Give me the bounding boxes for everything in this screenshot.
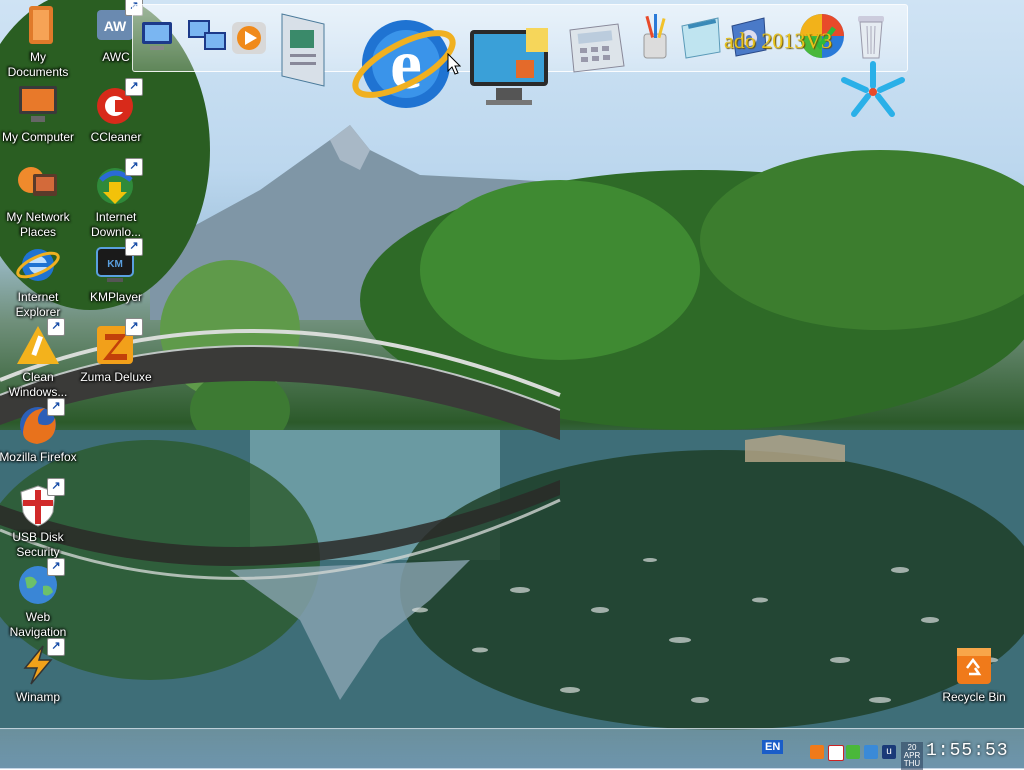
- ccleaner-icon: ↗: [93, 78, 143, 128]
- mouse-cursor-icon: [447, 52, 462, 80]
- desktop-icon-kmplayer[interactable]: KM ↗ KMPlayer: [76, 238, 156, 305]
- dock-monitor-icon[interactable]: [466, 26, 554, 117]
- desktop-icon-internet-download-manager[interactable]: ↗ Internet Downlo...: [76, 158, 156, 240]
- taskbar: EN u 20 APR THU 1:55:53: [0, 728, 1024, 770]
- desktop-icon-ccleaner[interactable]: ↗ CCleaner: [76, 78, 156, 145]
- shortcut-arrow-icon: ↗: [47, 478, 65, 496]
- winamp-icon: ↗: [15, 638, 65, 688]
- theme-watermark: ado 2013V3: [724, 28, 833, 53]
- tray-winamp-icon[interactable]: [810, 745, 824, 759]
- tray-network-icon[interactable]: [846, 745, 860, 759]
- tray-shield-icon[interactable]: [828, 745, 844, 761]
- desktop-icon-recycle-bin[interactable]: Recycle Bin: [934, 642, 1014, 705]
- dock-calculator-icon[interactable]: [566, 20, 626, 81]
- svg-text:KM: KM: [107, 259, 123, 270]
- desktop-icon-web-navigation[interactable]: ↗ Web Navigation: [0, 558, 78, 640]
- folder-icon: [15, 2, 61, 48]
- internet-explorer-icon: [15, 242, 61, 288]
- desktop-icon-my-documents[interactable]: My Documents: [0, 2, 78, 80]
- desktop-icon-my-network-places[interactable]: My Network Places: [0, 162, 78, 240]
- dock-document-icon[interactable]: [278, 10, 334, 95]
- shortcut-arrow-icon: ↗: [125, 78, 143, 96]
- dock-internet-explorer-icon[interactable]: e: [348, 10, 460, 123]
- desktop-icon-clean-windows[interactable]: ↗ Clean Windows...: [0, 318, 78, 400]
- kmplayer-icon: KM ↗: [93, 238, 143, 288]
- cleaner-icon: ↗: [15, 318, 65, 368]
- zuma-icon: ↗: [93, 318, 143, 368]
- download-manager-icon: ↗: [93, 158, 143, 208]
- clock-date[interactable]: 20 APR THU: [901, 742, 923, 770]
- desktop-icon-usb-disk-security[interactable]: ↗ USB Disk Security: [0, 478, 78, 560]
- shortcut-arrow-icon: ↗: [47, 638, 65, 656]
- shortcut-arrow-icon: ↗: [125, 318, 143, 336]
- desktop-icon-my-computer[interactable]: My Computer: [0, 82, 78, 145]
- dock-pencil-cup-icon[interactable]: [636, 14, 674, 65]
- shortcut-arrow-icon: ↗: [47, 398, 65, 416]
- svg-text:AW: AW: [104, 18, 127, 34]
- computer-icon: [15, 82, 61, 128]
- dock-network-icon[interactable]: [186, 16, 230, 61]
- shield-icon: ↗: [15, 478, 65, 528]
- recycle-bin-icon: [951, 642, 997, 688]
- dock-media-player-icon[interactable]: [230, 20, 268, 61]
- star-logo-icon: [836, 56, 910, 125]
- desktop-icon-zuma-deluxe[interactable]: ↗ Zuma Deluxe: [76, 318, 156, 385]
- shortcut-arrow-icon: ↗: [47, 558, 65, 576]
- desktop-icon-internet-explorer[interactable]: Internet Explorer: [0, 242, 78, 320]
- tray-download-icon[interactable]: u: [882, 745, 896, 759]
- firefox-icon: ↗: [15, 398, 65, 448]
- network-icon: [15, 162, 61, 208]
- shortcut-arrow-icon: ↗: [47, 318, 65, 336]
- dock-computer-icon[interactable]: [138, 18, 178, 61]
- dock-notepad-icon[interactable]: [678, 16, 724, 65]
- shortcut-arrow-icon: ↗: [125, 238, 143, 256]
- shortcut-arrow-icon: ↗: [125, 158, 143, 176]
- language-indicator[interactable]: EN: [762, 740, 784, 754]
- clock-weekday: THU: [903, 759, 921, 768]
- desktop-icon-winamp[interactable]: ↗ Winamp: [0, 638, 78, 705]
- globe-icon: ↗: [15, 558, 65, 608]
- tray-display-icon[interactable]: [864, 745, 878, 759]
- clock-time[interactable]: 1:55:53: [926, 741, 1009, 761]
- desktop-icon-mozilla-firefox[interactable]: ↗ Mozilla Firefox: [0, 398, 78, 465]
